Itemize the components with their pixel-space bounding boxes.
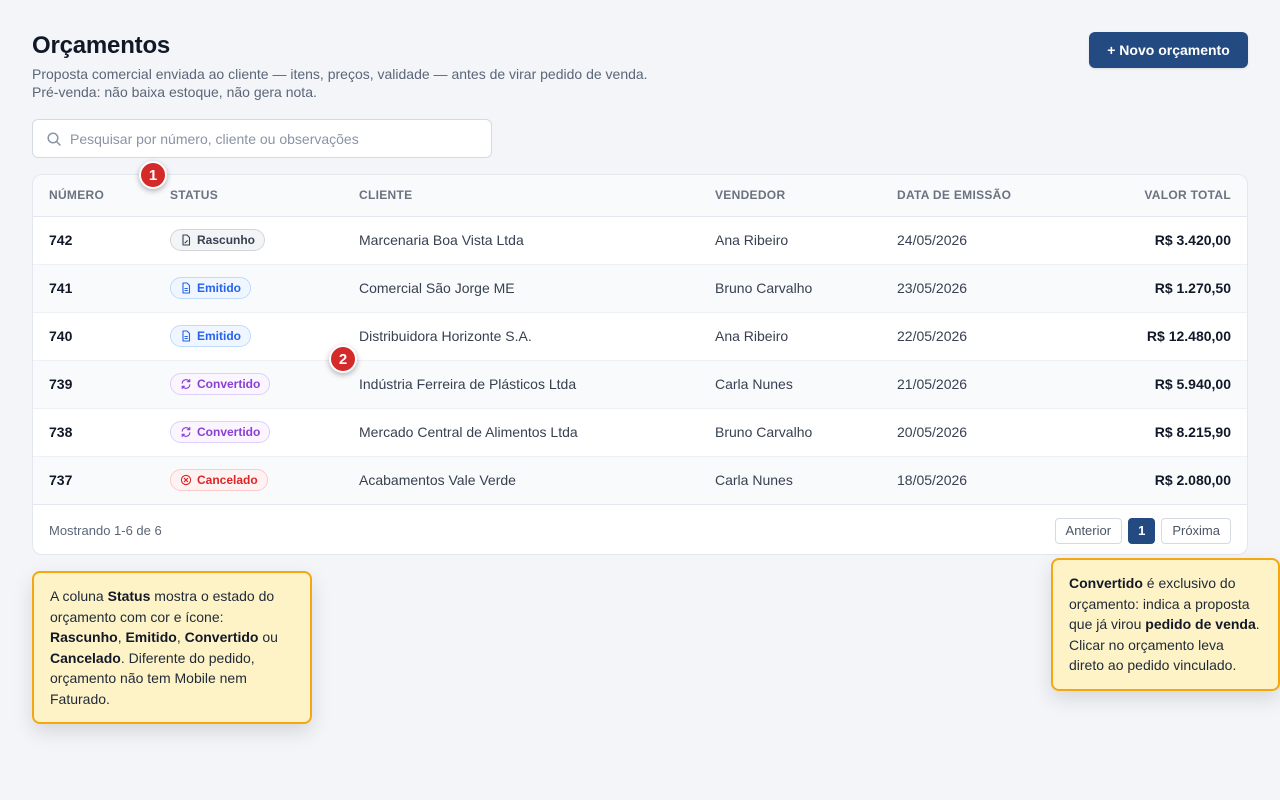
client-name: Acabamentos Vale Verde	[359, 472, 516, 488]
draft-document-icon	[180, 234, 192, 246]
quote-number: 738	[49, 424, 73, 440]
note-emphasis: Convertido	[184, 629, 259, 645]
status-label: Convertido	[197, 425, 261, 439]
quote-number: 737	[49, 472, 73, 488]
column-header-status[interactable]: STATUS	[170, 175, 359, 216]
status-badge: Convertido	[170, 373, 271, 395]
seller-name: Carla Nunes	[715, 472, 793, 488]
next-page-button[interactable]: Próxima	[1161, 517, 1231, 544]
client-name: Mercado Central de Alimentos Ltda	[359, 424, 578, 440]
seller-name: Ana Ribeiro	[715, 232, 789, 248]
page-1-button[interactable]: 1	[1128, 517, 1156, 544]
client-name: Marcenaria Boa Vista Ltda	[359, 232, 524, 248]
status-cell: Cancelado	[170, 456, 359, 504]
status-label: Convertido	[197, 377, 261, 391]
prev-page-button[interactable]: Anterior	[1054, 517, 1123, 544]
status-badge: Emitido	[170, 277, 251, 299]
status-cell: Convertido	[170, 360, 359, 408]
table-header-row: NÚMERO STATUS CLIENTE VENDEDOR DATA DE E…	[33, 175, 1247, 216]
note-emphasis: Emitido	[125, 629, 177, 645]
note-text: ,	[176, 629, 185, 645]
note-emphasis: Status	[107, 588, 151, 604]
status-label: Cancelado	[197, 473, 258, 487]
issue-date: 21/05/2026	[897, 376, 968, 392]
new-quote-button[interactable]: + Novo orçamento	[1089, 32, 1248, 68]
issue-date: 22/05/2026	[897, 328, 968, 344]
refresh-icon	[180, 426, 192, 438]
table-row[interactable]: 738 Convertido Mercado Central de Alimento…	[33, 408, 1247, 456]
status-cell: Rascunho	[170, 216, 359, 264]
status-cell: Emitido	[170, 264, 359, 312]
status-label: Rascunho	[197, 233, 256, 247]
seller-name: Bruno Carvalho	[715, 424, 813, 440]
issue-date: 18/05/2026	[897, 472, 968, 488]
column-header-date[interactable]: DATA DE EMISSÃO	[897, 175, 1097, 216]
status-cell: Convertido	[170, 408, 359, 456]
annotation-marker-2: 2	[329, 345, 357, 373]
quotes-table: NÚMERO STATUS CLIENTE VENDEDOR DATA DE E…	[33, 175, 1247, 505]
refresh-icon	[180, 378, 192, 390]
status-label: Emitido	[197, 329, 241, 343]
table-body: 742 Rascunho Marcenaria Boa Vista Ltda Ana …	[33, 216, 1247, 504]
convertido-note: Convertido é exclusivo do orçamento: ind…	[1051, 558, 1280, 691]
quote-number: 742	[49, 232, 73, 248]
note-emphasis: Rascunho	[50, 629, 118, 645]
page-subtitle: Proposta comercial enviada ao cliente — …	[32, 66, 648, 100]
total-value: R$ 8.215,90	[1154, 424, 1231, 440]
column-header-seller[interactable]: VENDEDOR	[715, 175, 897, 216]
total-value: R$ 1.270,50	[1154, 280, 1231, 296]
status-column-note: A coluna Status mostra o estado do orçam…	[32, 571, 312, 724]
search-box[interactable]	[32, 119, 492, 158]
total-value: R$ 3.420,00	[1154, 232, 1231, 248]
document-icon	[180, 282, 192, 294]
page-title: Orçamentos	[32, 32, 171, 59]
note-emphasis: pedido de venda	[1145, 616, 1256, 632]
total-value: R$ 12.480,00	[1146, 328, 1231, 344]
document-icon	[180, 330, 192, 342]
status-badge: Convertido	[170, 421, 271, 443]
note-text: A coluna	[50, 588, 108, 604]
seller-name: Ana Ribeiro	[715, 328, 789, 344]
seller-name: Bruno Carvalho	[715, 280, 813, 296]
client-name: Indústria Ferreira de Plásticos Ltda	[359, 376, 577, 392]
client-name: Comercial São Jorge ME	[359, 280, 515, 296]
issue-date: 23/05/2026	[897, 280, 968, 296]
x-circle-icon	[180, 474, 192, 486]
note-emphasis: Convertido	[1069, 575, 1143, 591]
total-value: R$ 2.080,00	[1154, 472, 1231, 488]
issue-date: 20/05/2026	[897, 424, 968, 440]
status-badge: Emitido	[170, 325, 251, 347]
status-label: Emitido	[197, 281, 241, 295]
search-input[interactable]	[70, 120, 491, 157]
pagination: Anterior 1 Próxima	[1054, 517, 1231, 544]
table-row[interactable]: 742 Rascunho Marcenaria Boa Vista Ltda Ana …	[33, 216, 1247, 264]
quote-number: 739	[49, 376, 73, 392]
column-header-client[interactable]: CLIENTE	[359, 175, 715, 216]
status-badge: Cancelado	[170, 469, 268, 491]
seller-name: Carla Nunes	[715, 376, 793, 392]
table-row[interactable]: 741 Emitido Comercial São Jorge ME Bruno Ca…	[33, 264, 1247, 312]
client-name: Distribuidora Horizonte S.A.	[359, 328, 532, 344]
note-emphasis: Cancelado	[50, 649, 121, 666]
table-row[interactable]: 739 Convertido Indústria Ferreira de Plást…	[33, 360, 1247, 408]
total-value: R$ 5.940,00	[1154, 376, 1231, 392]
issue-date: 24/05/2026	[897, 232, 968, 248]
table-footer: Mostrando 1-6 de 6 Anterior 1 Próxima	[33, 504, 1247, 554]
showing-count: Mostrando 1-6 de 6	[49, 523, 162, 538]
status-badge: Rascunho	[170, 229, 266, 251]
annotation-marker-1: 1	[139, 161, 167, 189]
table-row[interactable]: 737 Cancelado Acabamentos Vale Verde Carla …	[33, 456, 1247, 504]
column-header-total[interactable]: VALOR TOTAL	[1097, 175, 1247, 216]
note-text: ou	[258, 629, 278, 645]
quote-number: 741	[49, 280, 73, 296]
table-row[interactable]: 740 Emitido Distribuidora Horizonte S.A. An…	[33, 312, 1247, 360]
quote-number: 740	[49, 328, 73, 344]
quotes-table-card: NÚMERO STATUS CLIENTE VENDEDOR DATA DE E…	[32, 174, 1248, 555]
search-icon	[46, 131, 62, 147]
